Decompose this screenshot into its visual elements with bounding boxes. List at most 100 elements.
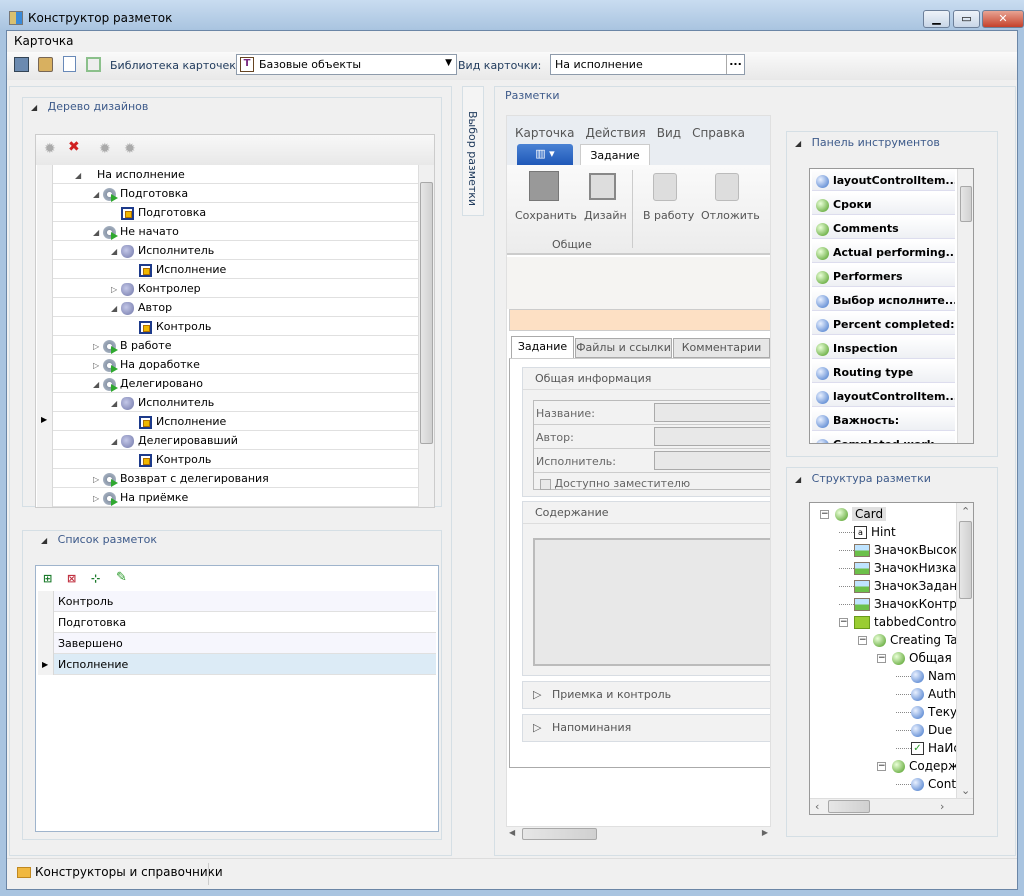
move-down-icon[interactable]: ✹ (124, 141, 136, 157)
library-select[interactable]: T Базовые объекты ▼ (236, 54, 457, 75)
tree-row[interactable]: Подготовка (37, 203, 418, 222)
tree-row[interactable]: ▷ Возврат с делегирования (37, 469, 418, 488)
structure-title[interactable]: ◢ Структура разметки (795, 472, 931, 485)
minimize-button[interactable]: ▁ (923, 10, 950, 28)
row-header[interactable] (37, 469, 53, 488)
structure-node[interactable]: Content (896, 775, 956, 793)
chevron-down-icon[interactable]: ▼ (445, 58, 452, 68)
designers-button[interactable]: Конструкторы и справочники (17, 865, 223, 879)
structure-node[interactable]: ЗначокЗадание (839, 577, 956, 595)
open-icon[interactable] (38, 57, 53, 72)
expand-toggle[interactable]: ◢ (93, 228, 103, 237)
row-header[interactable] (37, 241, 53, 260)
expand-toggle[interactable]: ▷ (93, 494, 103, 503)
toolbox-item[interactable]: layoutControlItem... (812, 385, 955, 407)
tree-row[interactable]: ◢ Подготовка (37, 184, 418, 203)
row-header[interactable]: ▶ (37, 412, 53, 431)
card-tab[interactable]: Комментарии (673, 338, 770, 358)
tree-row[interactable]: ◢ Исполнитель (37, 393, 418, 412)
add-layout-icon[interactable]: ⊞ (43, 572, 52, 585)
content-field[interactable] (533, 538, 770, 666)
row-header[interactable] (38, 633, 54, 654)
structure-node[interactable]: ЗначокКонтроль (839, 595, 956, 613)
structure-hscrollbar[interactable]: ‹ › (810, 798, 973, 814)
row-header[interactable] (37, 431, 53, 450)
new-icon[interactable] (63, 56, 76, 72)
structure-node[interactable]: −Общая информация (877, 649, 956, 667)
row-header[interactable] (37, 317, 53, 336)
tree-row[interactable]: ▷ На приёмке (37, 488, 418, 507)
expand-toggle[interactable]: ◢ (75, 171, 85, 180)
ribbon-postpone-button[interactable]: Отложить (701, 209, 760, 222)
layout-row[interactable]: Завершено (38, 633, 436, 654)
card-menu-item[interactable]: Вид (657, 126, 681, 140)
tree-scrollbar[interactable] (418, 165, 434, 507)
row-header[interactable] (37, 336, 53, 355)
structure-node[interactable]: a Hint (839, 523, 896, 541)
expand-toggle[interactable]: ◢ (111, 399, 121, 408)
card-menu-item[interactable]: Справка (692, 126, 745, 140)
structure-node[interactable]: Текущий (896, 703, 956, 721)
tree-row[interactable]: ◢ Исполнитель (37, 241, 418, 260)
structure-node[interactable]: Author (896, 685, 956, 703)
tree-row[interactable]: Исполнение (37, 260, 418, 279)
browse-button[interactable]: ... (726, 55, 744, 74)
tree-row[interactable]: Контроль (37, 450, 418, 469)
ribbon-save-button[interactable]: Сохранить (515, 209, 577, 222)
maximize-button[interactable]: ▭ (953, 10, 980, 28)
row-header[interactable] (37, 203, 53, 222)
row-header[interactable] (37, 393, 53, 412)
import-icon[interactable] (86, 57, 101, 72)
deputy-checkbox[interactable] (540, 478, 551, 490)
tree-row[interactable]: ◢ Автор (37, 298, 418, 317)
ribbon-to-work-button[interactable]: В работу (643, 209, 694, 222)
toolbox-item[interactable]: Performers (812, 265, 955, 287)
row-header[interactable]: ▶ (38, 654, 54, 675)
ribbon-tab-task[interactable]: Задание (580, 144, 650, 166)
expand-toggle[interactable]: ▷ (93, 342, 103, 351)
row-header[interactable] (37, 222, 53, 241)
structure-node[interactable]: Due date (896, 721, 956, 739)
card-menu-item[interactable]: Действия (586, 126, 646, 140)
structure-node[interactable]: − Card (820, 505, 887, 523)
copy-layout-icon[interactable]: ⊹ (91, 572, 100, 585)
tree-row[interactable]: ◢ Делегировавший (37, 431, 418, 450)
expand-toggle[interactable]: ◢ (111, 437, 121, 446)
row-header[interactable] (37, 298, 53, 317)
structure-node[interactable]: ✓НаИсполнение (896, 739, 956, 757)
layout-row[interactable]: Подготовка (38, 612, 436, 633)
expand-toggle[interactable]: ▷ (93, 361, 103, 370)
layout-list-title[interactable]: ◢ Список разметок (41, 533, 157, 546)
tree-row[interactable]: ▷ На доработке (37, 355, 418, 374)
structure-node[interactable]: −tabbedControlGroup (839, 613, 956, 631)
view-field[interactable]: На исполнение ... (550, 54, 745, 75)
row-header[interactable] (38, 591, 54, 612)
tree-row[interactable]: Контроль (37, 317, 418, 336)
toolbox-item[interactable]: layoutControlItem... (812, 169, 955, 191)
card-tab[interactable]: Задание (511, 336, 574, 358)
toolbox-item[interactable]: Routing type (812, 361, 955, 383)
toolbox-item[interactable]: Completed work (812, 433, 955, 443)
close-button[interactable]: ✕ (982, 10, 1024, 28)
toolbox-scrollbar[interactable] (957, 169, 973, 443)
expand-toggle[interactable]: ◢ (93, 190, 103, 199)
reminders-section[interactable]: ▷ Напоминания (522, 714, 770, 742)
toolbox-item[interactable]: Важность: (812, 409, 955, 431)
structure-vscrollbar[interactable]: ⌃ ⌄ (956, 503, 973, 799)
toolbox-item[interactable]: Сроки (812, 193, 955, 215)
structure-node[interactable]: Name (896, 667, 956, 685)
toolbox-item[interactable]: Percent completed: (812, 313, 955, 335)
toolbox-title[interactable]: ◢ Панель инструментов (795, 136, 940, 149)
acceptance-section[interactable]: ▷ Приемка и контроль (522, 681, 770, 709)
layout-row[interactable]: ▶ Исполнение (38, 654, 436, 675)
row-header[interactable] (37, 450, 53, 469)
layout-row[interactable]: Контроль (38, 591, 436, 612)
expand-toggle[interactable]: ◢ (111, 304, 121, 313)
row-header[interactable] (37, 355, 53, 374)
ribbon-design-button[interactable]: Дизайн (584, 209, 627, 222)
expand-toggle[interactable]: ▷ (93, 475, 103, 484)
delete-layout-icon[interactable]: ⊠ (67, 572, 76, 585)
row-header[interactable] (38, 612, 54, 633)
save-icon[interactable] (14, 57, 29, 72)
structure-node[interactable]: −Содержание (877, 757, 956, 775)
